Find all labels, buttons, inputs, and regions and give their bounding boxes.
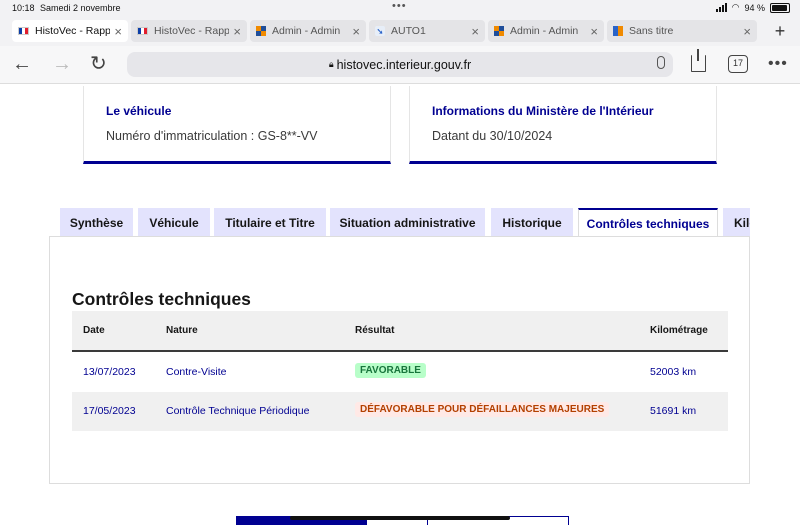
tab-titulaire-titre[interactable]: Titulaire et Titre xyxy=(214,208,326,237)
ministry-card-text: Datant du 30/10/2024 xyxy=(432,129,553,143)
tab-vehicule[interactable]: Véhicule xyxy=(138,208,210,237)
row-km: 52003 km xyxy=(650,366,697,378)
close-icon[interactable]: × xyxy=(114,24,122,39)
browser-tab-histovec-1[interactable]: HistoVec - Rapport × xyxy=(12,20,128,42)
tab-historique[interactable]: Historique xyxy=(491,208,573,237)
browser-tab-admin-1[interactable]: Admin - Admin × xyxy=(250,20,366,42)
browser-tab-title: Admin - Admin xyxy=(510,25,579,37)
battery-fill xyxy=(772,4,788,11)
tab-controles-techniques[interactable]: Contrôles techniques xyxy=(578,208,718,237)
forward-arrow-icon[interactable]: → xyxy=(52,54,72,74)
close-icon[interactable]: × xyxy=(471,24,479,39)
status-time: 10:18 xyxy=(12,3,35,13)
ministry-card: Informations du Ministère de l'Intérieur… xyxy=(409,86,717,164)
header-resultat: Résultat xyxy=(355,325,395,336)
row-nature: Contrôle Technique Périodique xyxy=(166,405,310,417)
status-right: ◠ 94 % xyxy=(715,2,790,13)
browser-tab-title: Sans titre xyxy=(629,25,674,37)
row-date: 17/05/2023 xyxy=(83,405,136,417)
back-arrow-icon[interactable]: ← xyxy=(12,54,32,74)
browser-tab-admin-2[interactable]: Admin - Admin × xyxy=(488,20,604,42)
browser-tab-title: Admin - Admin xyxy=(272,25,341,37)
close-icon[interactable]: × xyxy=(233,24,241,39)
cellular-signal-icon xyxy=(715,3,727,12)
sans-titre-icon xyxy=(613,26,623,36)
controles-table: Date Nature Résultat Kilométrage 13/07/2… xyxy=(72,311,728,431)
header-date: Date xyxy=(83,325,105,336)
result-badge-favorable: FAVORABLE xyxy=(355,363,426,378)
browser-tab-histovec-2[interactable]: HistoVec - Rapport × xyxy=(131,20,247,42)
header-nature: Nature xyxy=(166,325,198,336)
reload-icon[interactable]: ↻ xyxy=(90,54,107,74)
more-options-icon[interactable]: ••• xyxy=(768,55,788,73)
row-km: 51691 km xyxy=(650,405,697,417)
controles-panel: Contrôles techniques Date Nature Résulta… xyxy=(49,236,750,484)
browser-tab-bar: HistoVec - Rapport × HistoVec - Rapport … xyxy=(0,16,800,46)
browser-tab-sans-titre[interactable]: Sans titre × xyxy=(607,20,757,42)
multitask-dots-icon[interactable]: ••• xyxy=(392,0,407,12)
share-icon[interactable] xyxy=(691,49,706,72)
report-tabs: Synthèse Véhicule Titulaire et Titre Sit… xyxy=(60,208,750,237)
tab-situation-administrative[interactable]: Situation administrative xyxy=(330,208,485,237)
battery-percent: 94 % xyxy=(744,2,765,13)
close-icon[interactable]: × xyxy=(590,24,598,39)
section-title: Contrôles techniques xyxy=(72,289,251,309)
vehicle-card-text: Numéro d'immatriculation : GS-8**-VV xyxy=(106,129,318,143)
table-row: 13/07/2023 Contre-Visite FAVORABLE 52003… xyxy=(72,352,728,392)
navigation-bar: ← → ↻ 🔒︎ histovec.interieur.gouv.fr 17 •… xyxy=(0,46,800,84)
url-text: histovec.interieur.gouv.fr xyxy=(336,57,472,72)
wifi-icon: ◠ xyxy=(731,2,740,12)
lock-icon: 🔒︎ xyxy=(328,59,334,69)
table-row: 17/05/2023 Contrôle Technique Périodique… xyxy=(72,392,728,431)
browser-tab-title: AUTO1 xyxy=(391,25,426,37)
home-indicator xyxy=(290,516,510,520)
browser-tab-title: HistoVec - Rapport xyxy=(154,25,230,37)
result-badge-defavorable: DÉFAVORABLE POUR DÉFAILLANCES MAJEURES xyxy=(355,402,610,417)
address-bar[interactable]: 🔒︎ histovec.interieur.gouv.fr xyxy=(127,52,673,77)
new-tab-button[interactable]: + xyxy=(768,20,792,42)
tab-count-button[interactable]: 17 xyxy=(728,55,748,73)
admin-icon xyxy=(256,26,266,36)
admin-icon xyxy=(494,26,504,36)
browser-tab-title: HistoVec - Rapport xyxy=(35,25,111,37)
ministry-card-title: Informations du Ministère de l'Intérieur xyxy=(432,104,654,118)
table-header: Date Nature Résultat Kilométrage xyxy=(72,311,728,352)
microphone-icon[interactable] xyxy=(657,56,665,69)
row-nature: Contre-Visite xyxy=(166,366,227,378)
vehicle-card-title: Le véhicule xyxy=(106,104,172,118)
row-date: 13/07/2023 xyxy=(83,366,136,378)
french-flag-icon xyxy=(137,27,148,35)
close-icon[interactable]: × xyxy=(352,24,360,39)
french-flag-icon xyxy=(18,27,29,35)
battery-icon xyxy=(770,2,790,13)
close-icon[interactable]: × xyxy=(743,24,751,39)
status-bar: 10:18 Samedi 2 novembre ••• ◠ 94 % xyxy=(0,0,800,16)
tab-kilometrage[interactable]: Kilométrage xyxy=(723,208,750,237)
header-kilometrage: Kilométrage xyxy=(650,325,708,336)
browser-tab-auto1[interactable]: ➘ AUTO1 × xyxy=(369,20,485,42)
tab-synthese[interactable]: Synthèse xyxy=(60,208,133,237)
auto1-icon: ➘ xyxy=(375,26,385,36)
status-date: Samedi 2 novembre xyxy=(40,3,121,13)
vehicle-card: Le véhicule Numéro d'immatriculation : G… xyxy=(83,86,391,164)
